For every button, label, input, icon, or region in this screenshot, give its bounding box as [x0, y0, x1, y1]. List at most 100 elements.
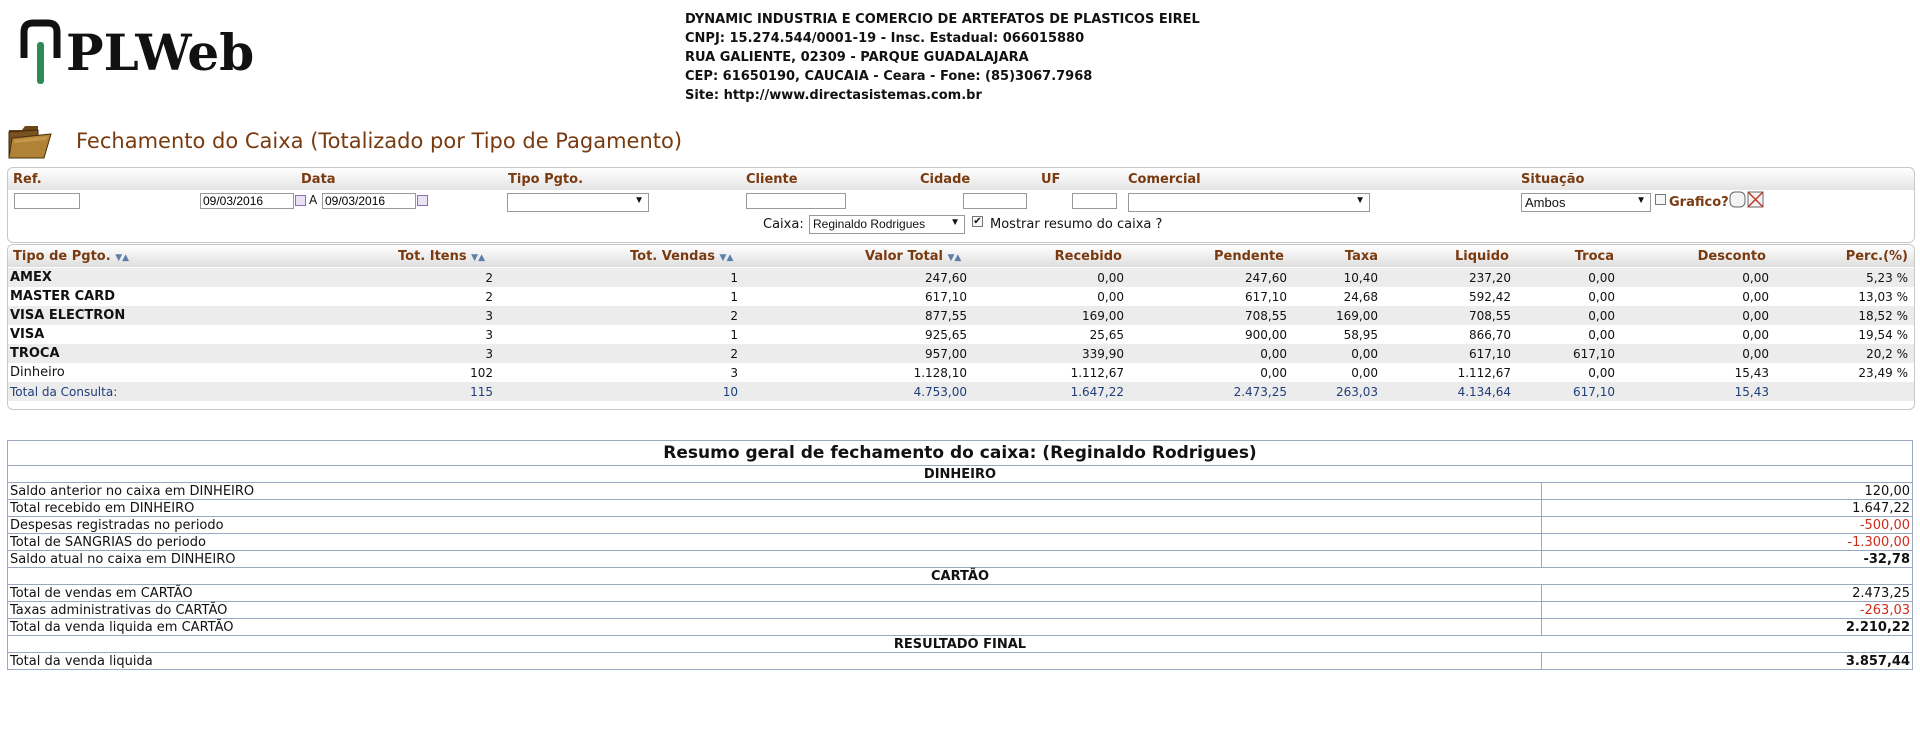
cell-pendente: 0,00 — [1260, 347, 1287, 361]
calendar-icon[interactable] — [295, 195, 306, 206]
summary-row: Total da venda liquida 3.857,44 — [7, 652, 1913, 670]
mostrar-resumo-label: Mostrar resumo do caixa ? — [990, 217, 1163, 232]
date-from-input[interactable] — [200, 193, 294, 209]
cell-tipo: VISA — [10, 327, 45, 342]
col-tipo-label: Tipo de Pgto. — [13, 249, 111, 264]
cell-pendente: 617,10 — [1245, 290, 1287, 304]
cidade-input[interactable] — [963, 193, 1027, 209]
page-title: Fechamento do Caixa (Totalizado por Tipo… — [76, 129, 683, 153]
cliente-input[interactable] — [746, 193, 846, 209]
summary-row: Total de SANGRIAS do periodo -1.300,00 — [7, 533, 1913, 551]
cell-itens: 115 — [470, 385, 493, 399]
label-data: Data — [301, 172, 336, 187]
cell-desconto: 0,00 — [1742, 328, 1769, 342]
cell-pendente: 900,00 — [1245, 328, 1287, 342]
tipo-pgto-select[interactable]: ▼ — [507, 193, 649, 212]
col-perc-header: Perc.(%) — [1845, 249, 1908, 264]
label-ref: Ref. — [13, 172, 42, 187]
cell-vendas: 2 — [730, 309, 738, 323]
cell-troca: 0,00 — [1588, 309, 1615, 323]
cell-taxa: 263,03 — [1336, 385, 1378, 399]
situacao-select[interactable]: Ambos ▼ — [1521, 193, 1651, 212]
cell-recebido: 25,65 — [1089, 328, 1124, 342]
summary-row: Total da venda liquida em CARTÃO 2.210,22 — [7, 618, 1913, 636]
cell-tipo: MASTER CARD — [10, 289, 116, 304]
cell-valor: 617,10 — [925, 290, 967, 304]
comercial-select[interactable]: ▼ — [1128, 193, 1370, 212]
mostrar-resumo-checkbox[interactable]: ✔ — [972, 216, 983, 227]
caixa-select[interactable]: Reginaldo Rodrigues ▼ — [809, 215, 965, 234]
cell-desconto: 15,43 — [1734, 366, 1769, 380]
cell-vendas: 1 — [730, 290, 738, 304]
calendar-icon[interactable] — [417, 195, 428, 206]
cell-itens: 2 — [485, 290, 493, 304]
company-name: DYNAMIC INDUSTRIA E COMERCIO DE ARTEFATO… — [685, 12, 1200, 27]
cell-desconto: 15,43 — [1734, 385, 1769, 399]
summary-value: 2.210,22 — [1541, 618, 1913, 636]
cell-taxa: 24,68 — [1343, 290, 1378, 304]
cell-valor: 4.753,00 — [913, 385, 967, 399]
cell-vendas: 3 — [730, 366, 738, 380]
summary-value: 2.473,25 — [1541, 584, 1913, 602]
table-row: AMEX 2 1 247,60 0,00 247,60 10,40 237,20… — [8, 268, 1914, 287]
col-itens-header[interactable]: Tot. Itens ▼▲ — [398, 249, 485, 264]
cell-vendas: 1 — [730, 328, 738, 342]
label-tipo-pgto: Tipo Pgto. — [508, 172, 584, 187]
cell-tipo: Dinheiro — [10, 365, 65, 380]
sort-icon[interactable]: ▼▲ — [948, 253, 962, 263]
cell-troca: 617,10 — [1573, 347, 1615, 361]
sort-icon[interactable]: ▼▲ — [720, 253, 734, 263]
ref-input[interactable] — [14, 193, 80, 209]
uf-input[interactable] — [1072, 193, 1117, 209]
sort-icon[interactable]: ▼▲ — [115, 253, 129, 263]
grafico-checkbox[interactable] — [1655, 194, 1666, 205]
col-tipo-header[interactable]: Tipo de Pgto. ▼▲ — [13, 249, 129, 264]
cell-taxa: 58,95 — [1343, 328, 1378, 342]
summary-row: Despesas registradas no periodo -500,00 — [7, 516, 1913, 534]
folder-icon — [8, 126, 52, 159]
section-dinheiro: DINHEIRO — [7, 465, 1913, 483]
cell-valor: 957,00 — [925, 347, 967, 361]
summary-title: Resumo geral de fechamento do caixa: (Re… — [7, 440, 1913, 466]
summary-label: Taxas administrativas do CARTÃO — [7, 601, 1542, 619]
col-recebido-header: Recebido — [1054, 249, 1122, 264]
cell-itens: 3 — [485, 347, 493, 361]
summary-value: -500,00 — [1541, 516, 1913, 534]
date-range-separator: A — [309, 193, 318, 207]
summary-row: Saldo atual no caixa em DINHEIRO -32,78 — [7, 550, 1913, 568]
cell-tipo: AMEX — [10, 270, 52, 285]
caixa-label: Caixa: — [763, 217, 804, 232]
cell-desconto: 0,00 — [1742, 347, 1769, 361]
cell-recebido: 339,90 — [1082, 347, 1124, 361]
situacao-value: Ambos — [1525, 195, 1566, 210]
sort-icon[interactable]: ▼▲ — [471, 253, 485, 263]
summary-label: Despesas registradas no periodo — [7, 516, 1542, 534]
col-desconto-header: Desconto — [1697, 249, 1766, 264]
cell-perc: 18,52 % — [1858, 309, 1908, 323]
company-cep-phone: CEP: 61650190, CAUCAIA - Ceara - Fone: (… — [685, 69, 1093, 84]
summary-value: -263,03 — [1541, 601, 1913, 619]
cell-troca: 0,00 — [1588, 290, 1615, 304]
col-taxa-header: Taxa — [1344, 249, 1378, 264]
cell-liquido: 592,42 — [1469, 290, 1511, 304]
grafico-label: Grafico? — [1669, 195, 1729, 210]
payment-type-table: Tipo de Pgto. ▼▲ Tot. Itens ▼▲ Tot. Vend… — [7, 244, 1915, 410]
cell-troca: 0,00 — [1588, 271, 1615, 285]
col-itens-label: Tot. Itens — [398, 249, 467, 264]
col-valor-header[interactable]: Valor Total ▼▲ — [865, 249, 961, 264]
cell-taxa: 169,00 — [1336, 309, 1378, 323]
cell-pendente: 0,00 — [1260, 366, 1287, 380]
cell-liquido: 617,10 — [1469, 347, 1511, 361]
col-troca-header: Troca — [1574, 249, 1614, 264]
close-icon[interactable] — [1729, 191, 1767, 208]
col-vendas-header[interactable]: Tot. Vendas ▼▲ — [630, 249, 733, 264]
date-to-input[interactable] — [322, 193, 416, 209]
cell-liquido: 1.112,67 — [1457, 366, 1511, 380]
cell-recebido: 169,00 — [1082, 309, 1124, 323]
summary-row: Taxas administrativas do CARTÃO -263,03 — [7, 601, 1913, 619]
cell-pendente: 708,55 — [1245, 309, 1287, 323]
plweb-logo: PLWeb — [20, 18, 270, 90]
summary-value: 1.647,22 — [1541, 499, 1913, 517]
cell-valor: 925,65 — [925, 328, 967, 342]
table-header: Tipo de Pgto. ▼▲ Tot. Itens ▼▲ Tot. Vend… — [8, 245, 1914, 267]
